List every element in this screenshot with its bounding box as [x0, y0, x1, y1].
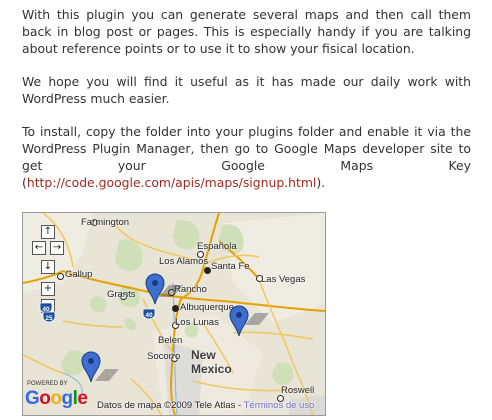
attribution-text: Datos de mapa ©2009 Tele Atlas - — [97, 400, 244, 411]
label-gallup: Gallup — [65, 269, 93, 280]
article-body: With this plugin you can generate severa… — [22, 6, 471, 191]
label-socorro: Socorro — [147, 351, 181, 362]
google-logo-letter: o — [50, 388, 62, 409]
label-roswell: Roswell — [281, 385, 315, 396]
i40-albuquerque-text: 40 — [145, 312, 153, 319]
label-los-lunas: Los Lunas — [175, 317, 219, 328]
label-new-mexico-line2: Mexico — [191, 362, 232, 376]
hope-paragraph: We hope you will find it useful as it ha… — [22, 74, 471, 106]
pan-left-button[interactable]: ← — [32, 241, 46, 255]
google-logo-letter: G — [25, 388, 40, 409]
map-marker-east[interactable] — [229, 305, 249, 337]
google-logo[interactable]: Google — [25, 388, 88, 410]
zoom-in-button[interactable]: + — [41, 282, 55, 296]
google-logo-letter: e — [77, 388, 88, 409]
i25-text: 25 — [45, 315, 53, 322]
google-logo-letter: g — [61, 388, 74, 409]
install-text-end: ). — [316, 175, 326, 190]
map-terrain — [23, 213, 325, 415]
label-grants: Grants — [107, 289, 136, 300]
label-espanola: Española — [197, 241, 237, 252]
pan-up-button[interactable]: ↑ — [41, 225, 55, 239]
pan-right-button[interactable]: → — [50, 241, 64, 255]
map-pin-icon — [229, 305, 249, 337]
map-pin-icon — [145, 273, 165, 305]
label-farmington: Farmington — [81, 217, 130, 228]
google-logo-letter: o — [39, 388, 51, 409]
label-new-mexico-line1: New — [191, 348, 216, 362]
map-pin-icon — [81, 351, 101, 383]
interstate-40-shield-albuquerque: 40 — [142, 305, 156, 320]
intro-paragraph: With this plugin you can generate severa… — [22, 7, 471, 56]
google-map[interactable]: ↑ ← → ↓ + − Farmington Española Los Alam… — [22, 212, 326, 416]
label-santa-fe: Santa Fe — [211, 261, 250, 272]
label-los-alamos: Los Alamos — [159, 256, 209, 267]
terms-of-use-link[interactable]: Términos de uso — [244, 400, 315, 411]
signup-link[interactable]: http://code.google.com/apis/maps/signup.… — [27, 175, 317, 190]
town-dot-albuquerque — [172, 305, 179, 312]
town-dot-santa-fe — [204, 267, 211, 274]
label-belen: Belen — [158, 335, 183, 346]
map-marker-southwest[interactable] — [81, 351, 101, 383]
powered-by-label: POWERED BY — [27, 381, 68, 387]
map-marker-rancho[interactable] — [145, 273, 165, 305]
town-dot-gallup — [57, 273, 64, 280]
install-paragraph: To install, copy the folder into your pl… — [22, 123, 471, 191]
pan-down-button[interactable]: ↓ — [41, 260, 55, 274]
map-attribution: Datos de mapa ©2009 Tele Atlas - Término… — [97, 400, 314, 411]
label-las-vegas: Las Vegas — [261, 274, 306, 285]
interstate-25-shield: 25 — [42, 308, 56, 323]
label-albuquerque: Albuquerque — [180, 302, 234, 313]
